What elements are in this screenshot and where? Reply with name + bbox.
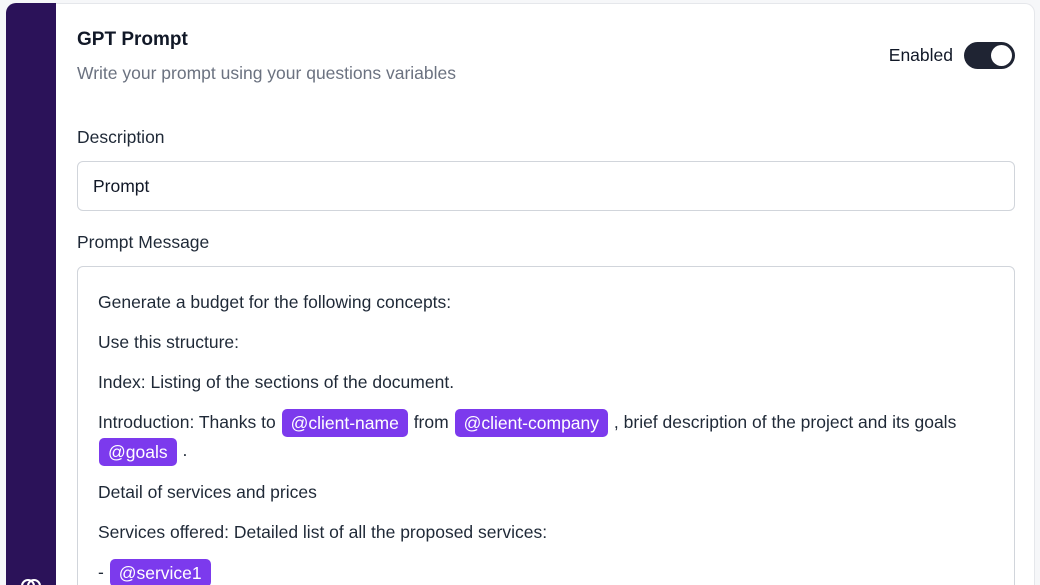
- enabled-toggle-group: Enabled: [889, 42, 1015, 69]
- prompt-line: Use this structure:: [98, 332, 240, 352]
- enabled-toggle-label: Enabled: [888, 45, 953, 65]
- prompt-intro-line: Introduction: Thanks to @client-name fro…: [98, 409, 994, 466]
- bullet-dash: -: [98, 561, 104, 582]
- variable-chip-service1[interactable]: @service1: [109, 559, 211, 585]
- enabled-toggle[interactable]: [964, 42, 1015, 69]
- variable-chip-goals[interactable]: @goals: [99, 437, 177, 466]
- prompt-line: Detail of services and prices: [98, 481, 317, 502]
- toggle-knob: [991, 45, 1012, 66]
- intro-end: .: [182, 440, 188, 461]
- section-title: GPT Prompt: [77, 29, 188, 50]
- intro-prefix: Introduction: Thanks to: [98, 412, 276, 432]
- gpt-prompt-card: GPT Prompt Write your prompt using your …: [56, 3, 1035, 585]
- prompt-line: Generate a budget for the following conc…: [98, 292, 452, 312]
- prompt-bullet-line: - @service1: [98, 559, 994, 585]
- variable-chip-client-company[interactable]: @client-company: [454, 409, 609, 438]
- prompt-line: Services offered: Detailed list of all t…: [98, 521, 548, 542]
- variable-chip-client-name[interactable]: @client-name: [281, 409, 408, 438]
- intro-suffix: , brief description of the project and i…: [613, 412, 957, 432]
- prompt-message-label: Prompt Message: [77, 232, 210, 252]
- sidebar: [6, 3, 56, 585]
- description-input[interactable]: Prompt: [77, 161, 1015, 211]
- prompt-message-editor[interactable]: Generate a budget for the following conc…: [77, 266, 1015, 585]
- description-input-value: Prompt: [93, 175, 150, 196]
- prompt-line: Index: Listing of the sections of the do…: [98, 372, 455, 392]
- description-label: Description: [77, 127, 165, 147]
- app-logo-icon: [21, 579, 41, 585]
- intro-from: from: [413, 412, 449, 432]
- section-subtitle: Write your prompt using your questions v…: [77, 63, 457, 83]
